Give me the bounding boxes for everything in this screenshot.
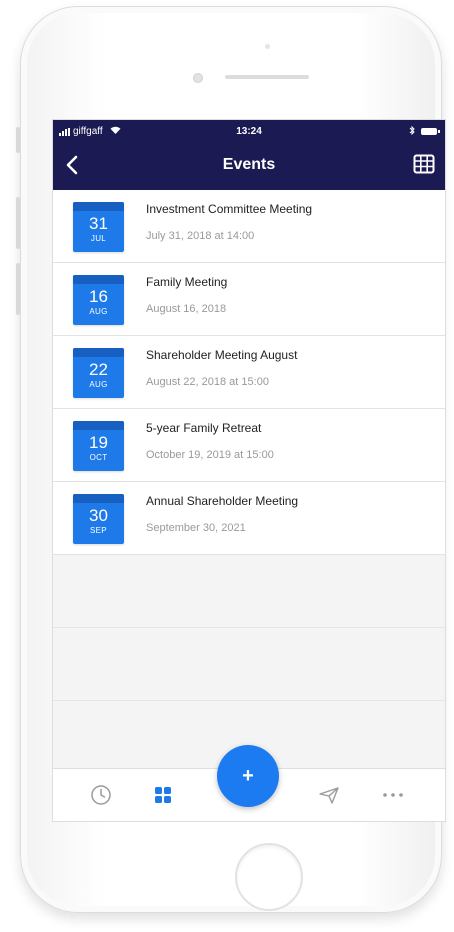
tab-bar: + [53, 745, 445, 821]
event-title: Annual Shareholder Meeting [146, 494, 299, 508]
event-day: 19 [89, 433, 108, 452]
event-row[interactable]: 16 AUG Family Meeting August 16, 2018 [53, 263, 445, 336]
add-button[interactable]: + [217, 745, 279, 807]
plus-icon: + [242, 765, 254, 787]
events-list: 31 JUL Investment Committee Meeting July… [53, 190, 445, 555]
event-date: September 30, 2021 [146, 522, 246, 534]
event-title: Family Meeting [146, 275, 228, 289]
event-title: Shareholder Meeting August [146, 348, 298, 362]
more-icon [383, 793, 403, 797]
tab-more[interactable] [379, 783, 407, 807]
event-date: July 31, 2018 at 14:00 [146, 230, 255, 242]
home-button[interactable] [235, 843, 303, 911]
event-month: SEP [90, 526, 107, 535]
event-row[interactable]: 19 OCT 5-year Family Retreat October 19,… [53, 409, 445, 482]
calendar-date-icon: 16 AUG [73, 275, 124, 325]
calendar-view-button[interactable] [413, 154, 435, 176]
front-camera [193, 73, 203, 83]
mute-switch [16, 127, 20, 153]
status-bar: giffgaff 13:24 [53, 120, 445, 144]
empty-row [53, 628, 445, 701]
volume-up-button [16, 197, 20, 249]
event-day: 22 [89, 360, 108, 379]
header: giffgaff 13:24 Events [53, 120, 445, 190]
battery-icon [421, 128, 440, 135]
proximity-sensor [265, 44, 270, 49]
app-screen: giffgaff 13:24 Events 31 JUL Investment … [52, 119, 446, 822]
event-day: 31 [89, 214, 108, 233]
page-title: Events [222, 156, 276, 173]
calendar-grid-icon [413, 154, 435, 174]
earpiece-speaker [225, 75, 309, 79]
event-month: AUG [89, 307, 108, 316]
event-date: August 16, 2018 [146, 303, 227, 315]
clock-icon [91, 785, 111, 805]
calendar-date-icon: 31 JUL [73, 202, 124, 252]
status-time: 13:24 [236, 126, 262, 137]
tab-dashboard[interactable] [149, 783, 177, 807]
event-row[interactable]: 22 AUG Shareholder Meeting August August… [53, 336, 445, 409]
calendar-date-icon: 19 OCT [73, 421, 124, 471]
event-date: October 19, 2019 at 15:00 [146, 449, 274, 461]
calendar-date-icon: 22 AUG [73, 348, 124, 398]
navbar: Events [53, 144, 445, 190]
empty-row [53, 555, 445, 628]
calendar-date-icon: 30 SEP [73, 494, 124, 544]
status-right [409, 125, 440, 137]
event-month: JUL [90, 234, 107, 243]
event-day: 30 [89, 506, 108, 525]
event-row[interactable]: 31 JUL Investment Committee Meeting July… [53, 190, 445, 263]
event-day: 16 [89, 287, 108, 306]
grid-icon [155, 787, 171, 803]
event-date: August 22, 2018 at 15:00 [146, 376, 269, 388]
event-row[interactable]: 30 SEP Annual Shareholder Meeting Septem… [53, 482, 445, 555]
bluetooth-icon [409, 125, 415, 137]
event-month: AUG [89, 380, 108, 389]
event-title: 5-year Family Retreat [146, 421, 262, 435]
tab-messages[interactable] [315, 783, 343, 807]
tab-history[interactable] [87, 783, 115, 807]
volume-down-button [16, 263, 20, 315]
send-icon [319, 787, 339, 804]
event-title: Investment Committee Meeting [146, 202, 313, 216]
event-month: OCT [89, 453, 108, 462]
